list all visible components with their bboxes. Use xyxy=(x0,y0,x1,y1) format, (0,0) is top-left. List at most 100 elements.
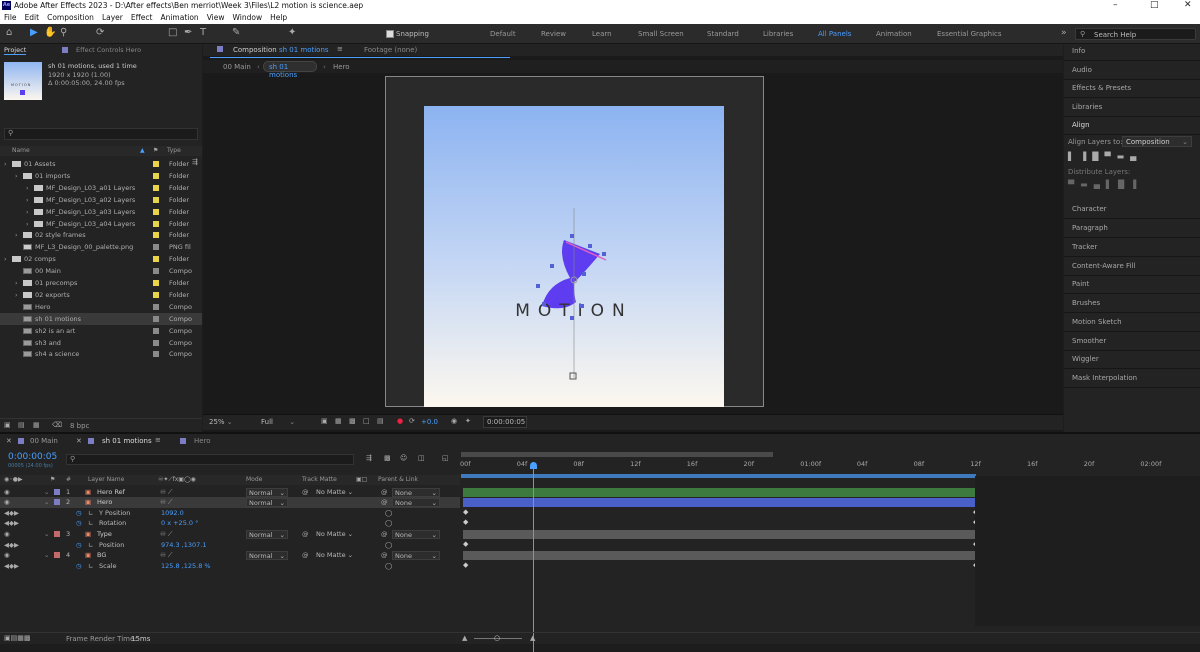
time-ruler[interactable]: 00f 04f 08f 12f 16f 20f 01:00f 04f 08f 12f 16f 20f 0… xyxy=(460,458,1200,470)
label-swatch[interactable] xyxy=(153,220,159,227)
eye-icon[interactable]: ◉ xyxy=(4,487,10,498)
panel-wiggler[interactable]: Wiggler xyxy=(1072,355,1099,363)
frame-blending-icon[interactable]: ◫ xyxy=(418,454,425,462)
breadcrumb-hero[interactable]: Hero xyxy=(333,63,350,71)
guides-icon[interactable]: □ xyxy=(363,417,370,425)
project-item[interactable]: › 01 Assets Folder xyxy=(0,158,202,170)
selection-tool-icon[interactable]: ▶ xyxy=(30,27,38,38)
work-area-bar[interactable] xyxy=(461,452,773,457)
chevron-icon[interactable]: › xyxy=(4,158,7,170)
layer-switches-icons[interactable]: ♾ ⟋ xyxy=(160,550,172,561)
label-swatch[interactable] xyxy=(153,172,159,179)
project-search-input[interactable]: ⚲ xyxy=(4,128,198,140)
stopwatch-icon[interactable]: ◷ xyxy=(76,561,82,572)
menu-effect[interactable]: Effect xyxy=(131,13,153,22)
project-item[interactable]: › 01 imports Folder xyxy=(0,170,202,182)
panel-menu-icon[interactable]: ≡ xyxy=(155,436,161,444)
label-swatch[interactable] xyxy=(153,280,159,286)
pickwhip-icon[interactable]: @ xyxy=(302,529,309,540)
workspace-essential-graphics[interactable]: Essential Graphics xyxy=(937,30,1002,38)
blend-mode-dropdown[interactable]: Normal ⌄ xyxy=(246,530,288,539)
comp-canvas[interactable]: MOTION xyxy=(424,106,724,407)
workspace-standard[interactable]: Standard xyxy=(707,30,739,38)
property-row[interactable]: ◀◆▶ ◷ ∟ Y Position 1092.0 ◯ xyxy=(0,508,460,519)
menu-view[interactable]: View xyxy=(207,13,225,22)
keyframe-nav-icon[interactable]: ◀◆▶ xyxy=(4,540,19,551)
timeline-tab-hero[interactable]: Hero xyxy=(194,437,211,445)
parent-pickwhip-icon[interactable]: @ xyxy=(381,497,388,508)
layer-name[interactable]: Hero Ref xyxy=(97,487,125,498)
breadcrumb-current[interactable]: sh 01 motions xyxy=(263,61,317,79)
exposure-reset-icon[interactable]: ⟳ xyxy=(409,417,415,425)
project-item[interactable]: › 01 precomps Folder xyxy=(0,277,202,289)
menu-window[interactable]: Window xyxy=(233,13,263,22)
workspace-all-panels[interactable]: All Panels xyxy=(818,30,851,38)
tab-footage[interactable]: Footage (none) xyxy=(364,46,417,54)
chevron-icon[interactable]: › xyxy=(15,289,18,301)
layer-name[interactable]: Hero xyxy=(97,497,112,508)
keyframe-nav-icon[interactable]: ◀◆▶ xyxy=(4,508,19,519)
exposure-value[interactable]: +0.0 xyxy=(421,418,438,426)
project-item[interactable]: › MF_Design_L03_a02 Layers Folder xyxy=(0,194,202,206)
vertex-handle[interactable] xyxy=(582,272,586,276)
align-buttons[interactable]: ▌▐█▀▬▄ xyxy=(1068,152,1142,161)
bit-depth-label[interactable]: 8 bpc xyxy=(70,422,89,430)
tab-effect-controls[interactable]: Effect Controls Hero xyxy=(76,44,141,56)
label-swatch[interactable] xyxy=(153,268,159,275)
project-item[interactable]: MF_L3_Design_00_palette.png PNG fil xyxy=(0,241,202,253)
keyframe-marker[interactable]: ◆ xyxy=(463,518,468,526)
zoom-tool-icon[interactable]: ⚲ xyxy=(60,27,67,38)
expression-pickwhip-icon[interactable]: ◯ xyxy=(385,561,392,572)
maximize-icon[interactable]: □ xyxy=(1150,0,1159,10)
mask-visibility-icon[interactable]: ▩ xyxy=(349,417,356,425)
expression-pickwhip-icon[interactable]: ◯ xyxy=(385,540,392,551)
property-value[interactable]: 1092.0 xyxy=(161,508,184,519)
chevron-icon[interactable]: › xyxy=(4,253,7,265)
chevron-icon[interactable]: › xyxy=(26,194,29,206)
project-item[interactable]: › 02 style frames Folder xyxy=(0,229,202,241)
blend-mode-dropdown[interactable]: Normal ⌄ xyxy=(246,498,288,507)
workspace-overflow-icon[interactable]: » xyxy=(1061,28,1067,38)
home-icon[interactable]: ⌂ xyxy=(6,27,12,38)
workspace-learn[interactable]: Learn xyxy=(592,30,612,38)
layer-row[interactable]: ◉ ⌄ 4 ▣ BG ♾ ⟋ Normal ⌄ @ No Matte ⌄ @ None ⌄ xyxy=(0,550,460,561)
workspace-default[interactable]: Default xyxy=(490,30,516,38)
color-channels-icon[interactable]: ● xyxy=(397,417,403,425)
label-swatch[interactable] xyxy=(153,184,159,191)
chevron-icon[interactable]: › xyxy=(26,182,29,194)
parent-dropdown[interactable]: None ⌄ xyxy=(392,498,440,507)
label-swatch[interactable] xyxy=(153,315,159,322)
minimize-icon[interactable]: – xyxy=(1113,0,1118,10)
timeline-tab-current[interactable]: sh 01 motions xyxy=(102,437,152,445)
panel-menu-icon[interactable]: ≡ xyxy=(337,45,343,53)
parent-pickwhip-icon[interactable]: @ xyxy=(381,529,388,540)
layer-name[interactable]: BG xyxy=(97,550,106,561)
layer-name[interactable]: Type xyxy=(97,529,112,540)
project-item[interactable]: › MF_Design_L03_a01 Layers Folder xyxy=(0,182,202,194)
interpret-footage-icon[interactable]: ▣ xyxy=(4,421,11,429)
stopwatch-icon[interactable]: ◷ xyxy=(76,540,82,551)
property-value[interactable]: 974.3 ,1307.1 xyxy=(161,540,206,551)
camera-snapshot-icon[interactable]: ◉ xyxy=(451,417,457,425)
vertex-handle[interactable] xyxy=(550,264,554,268)
chevron-icon[interactable]: › xyxy=(26,206,29,218)
panel-brushes[interactable]: Brushes xyxy=(1072,299,1100,307)
menu-help[interactable]: Help xyxy=(270,13,287,22)
property-value[interactable]: 0 x +25.0 ° xyxy=(161,518,198,529)
channel-icon[interactable]: ▤ xyxy=(377,417,384,425)
track-matte-dropdown[interactable]: No Matte ⌄ xyxy=(316,487,353,498)
pen-tool-icon[interactable]: ✒ xyxy=(184,27,192,38)
panel-paragraph[interactable]: Paragraph xyxy=(1072,224,1108,232)
tab-project[interactable]: Project xyxy=(4,46,27,55)
project-item[interactable]: Hero Compo xyxy=(0,301,202,313)
label-swatch[interactable] xyxy=(153,196,159,203)
panel-motion-sketch[interactable]: Motion Sketch xyxy=(1072,318,1122,326)
timeline-tab-main[interactable]: 00 Main xyxy=(30,437,58,445)
close-icon[interactable]: ✕ xyxy=(1184,0,1192,10)
timeline-search-input[interactable]: ⚲ xyxy=(66,454,354,465)
rotate-tool-icon[interactable]: ⟳ xyxy=(96,27,104,38)
project-item[interactable]: › 02 comps Folder xyxy=(0,253,202,265)
layer-row[interactable]: ◉ ⌄ 1 ▣ Hero Ref ♾ ⟋ Normal ⌄ @ No Matte ⌄ @ None ⌄ xyxy=(0,487,460,498)
blend-mode-dropdown[interactable]: Normal ⌄ xyxy=(246,551,288,560)
panel-align[interactable]: Align xyxy=(1072,121,1090,129)
